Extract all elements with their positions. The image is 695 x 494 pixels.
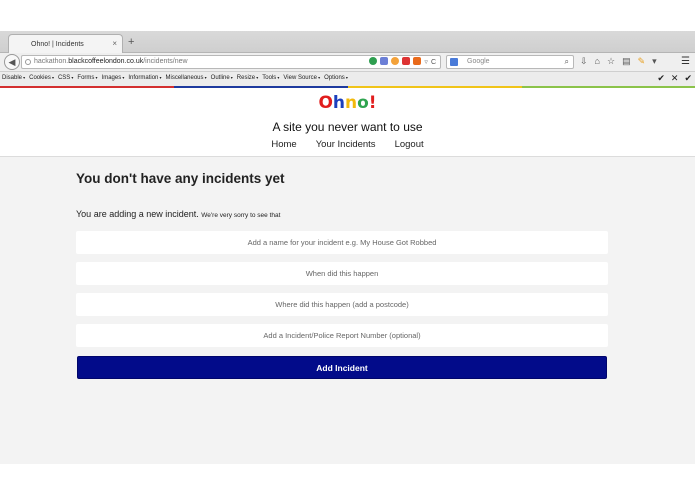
add-incident-button[interactable]: Add Incident: [77, 356, 607, 379]
url-path: /incidents/new: [143, 58, 188, 65]
page-title: You don't have any incidents yet: [76, 171, 285, 186]
logo-letter: h: [332, 93, 345, 113]
bookmark-star-icon[interactable]: ☆: [607, 56, 615, 67]
devbar-cookies[interactable]: Cookies: [29, 75, 54, 81]
logo-letter: o: [357, 93, 369, 113]
new-tab-button[interactable]: +: [128, 36, 134, 48]
download-icon[interactable]: ⇩: [580, 56, 588, 67]
close-icon[interactable]: ✕: [671, 73, 679, 84]
incident-name-field[interactable]: [76, 231, 608, 254]
check-icon[interactable]: ✔: [657, 73, 665, 84]
close-icon[interactable]: ×: [112, 39, 117, 48]
addon-g-icon[interactable]: [369, 57, 378, 65]
nav-home-link[interactable]: Home: [271, 139, 296, 150]
devbar-disable[interactable]: Disable: [2, 75, 25, 81]
logo-letter: n: [345, 93, 358, 113]
search-input[interactable]: Google ⌕: [446, 55, 574, 69]
home-icon[interactable]: ⌂: [595, 56, 600, 67]
addon-block-icon[interactable]: [402, 57, 411, 65]
addon-icon[interactable]: ✎: [638, 56, 646, 67]
site-nav: Home Your Incidents Logout: [0, 139, 695, 150]
window-bottom: [0, 464, 695, 494]
url-prefix: hackathon.: [34, 58, 69, 65]
tab-title: Ohno! | Incidents: [31, 41, 84, 48]
addon-s-icon[interactable]: [391, 57, 400, 65]
reload-icon[interactable]: C: [431, 57, 436, 69]
adding-text: You are adding a new incident.: [76, 209, 199, 219]
devbar-resize[interactable]: Resize: [237, 75, 258, 81]
tab-ohno-incidents[interactable]: Ohno! | Incidents ×: [8, 34, 123, 54]
tab-strip: Ohno! | Incidents × +: [0, 31, 695, 54]
site-header: Ohno! A site you never want to use Home …: [0, 88, 695, 157]
clipboard-icon[interactable]: ▤: [622, 56, 631, 67]
devbar-css[interactable]: CSS: [58, 75, 73, 81]
site-tagline: A site you never want to use: [272, 120, 423, 134]
addon-icons: ▿ C: [369, 57, 436, 69]
devbar-images[interactable]: Images: [102, 75, 125, 81]
devbar-tools[interactable]: Tools: [262, 75, 279, 81]
devbar-outline[interactable]: Outline: [211, 75, 233, 81]
search-placeholder: Google: [467, 58, 490, 65]
dropdown-icon[interactable]: ▾: [652, 56, 657, 67]
incident-report-number-field[interactable]: [76, 324, 608, 347]
devbar-view-source[interactable]: View Source: [283, 75, 320, 81]
web-developer-toolbar: Disable Cookies CSS Forms Images Informa…: [0, 72, 695, 86]
logo-letter: !: [368, 93, 377, 113]
back-button[interactable]: ◀: [4, 54, 20, 70]
nav-logout-link[interactable]: Logout: [395, 139, 424, 150]
site-logo[interactable]: Ohno!: [0, 93, 695, 113]
adding-subtext: We're very sorry to see that: [201, 212, 281, 219]
devbar-forms[interactable]: Forms: [77, 75, 97, 81]
check-icon[interactable]: ✔: [684, 73, 692, 84]
adding-message: You are adding a new incident. We're ver…: [76, 209, 280, 219]
addon-php-icon[interactable]: [380, 57, 389, 65]
web-page: Ohno! A site you never want to use Home …: [0, 88, 695, 464]
devbar-options[interactable]: Options: [324, 75, 348, 81]
logo-letter: O: [318, 93, 333, 113]
address-bar[interactable]: hackathon.blackcoffeelondon.co.uk/incide…: [21, 55, 441, 69]
addon-shield-icon[interactable]: [413, 57, 422, 65]
incident-postcode-field[interactable]: [76, 293, 608, 316]
menu-icon[interactable]: ☰: [681, 56, 690, 67]
navigation-bar: ◀ hackathon.blackcoffeelondon.co.uk/inci…: [0, 53, 695, 72]
magnifier-icon[interactable]: ⌕: [565, 56, 569, 68]
browser-window: { "browser": { "tab_title": "Ohno! | Inc…: [0, 0, 695, 494]
devbar-miscellaneous[interactable]: Miscellaneous: [166, 75, 207, 81]
dropdown-icon[interactable]: ▿: [424, 57, 428, 69]
search-engine-icon[interactable]: [450, 58, 458, 66]
devbar-information[interactable]: Information: [128, 75, 161, 81]
toolbar-icons: ⇩ ⌂ ☆ ▤ ✎ ▾: [580, 56, 657, 67]
nav-your-incidents-link[interactable]: Your Incidents: [316, 139, 376, 150]
globe-icon: [25, 59, 31, 65]
url-host: blackcoffeelondon.co.uk: [68, 58, 144, 65]
incident-date-field[interactable]: [76, 262, 608, 285]
